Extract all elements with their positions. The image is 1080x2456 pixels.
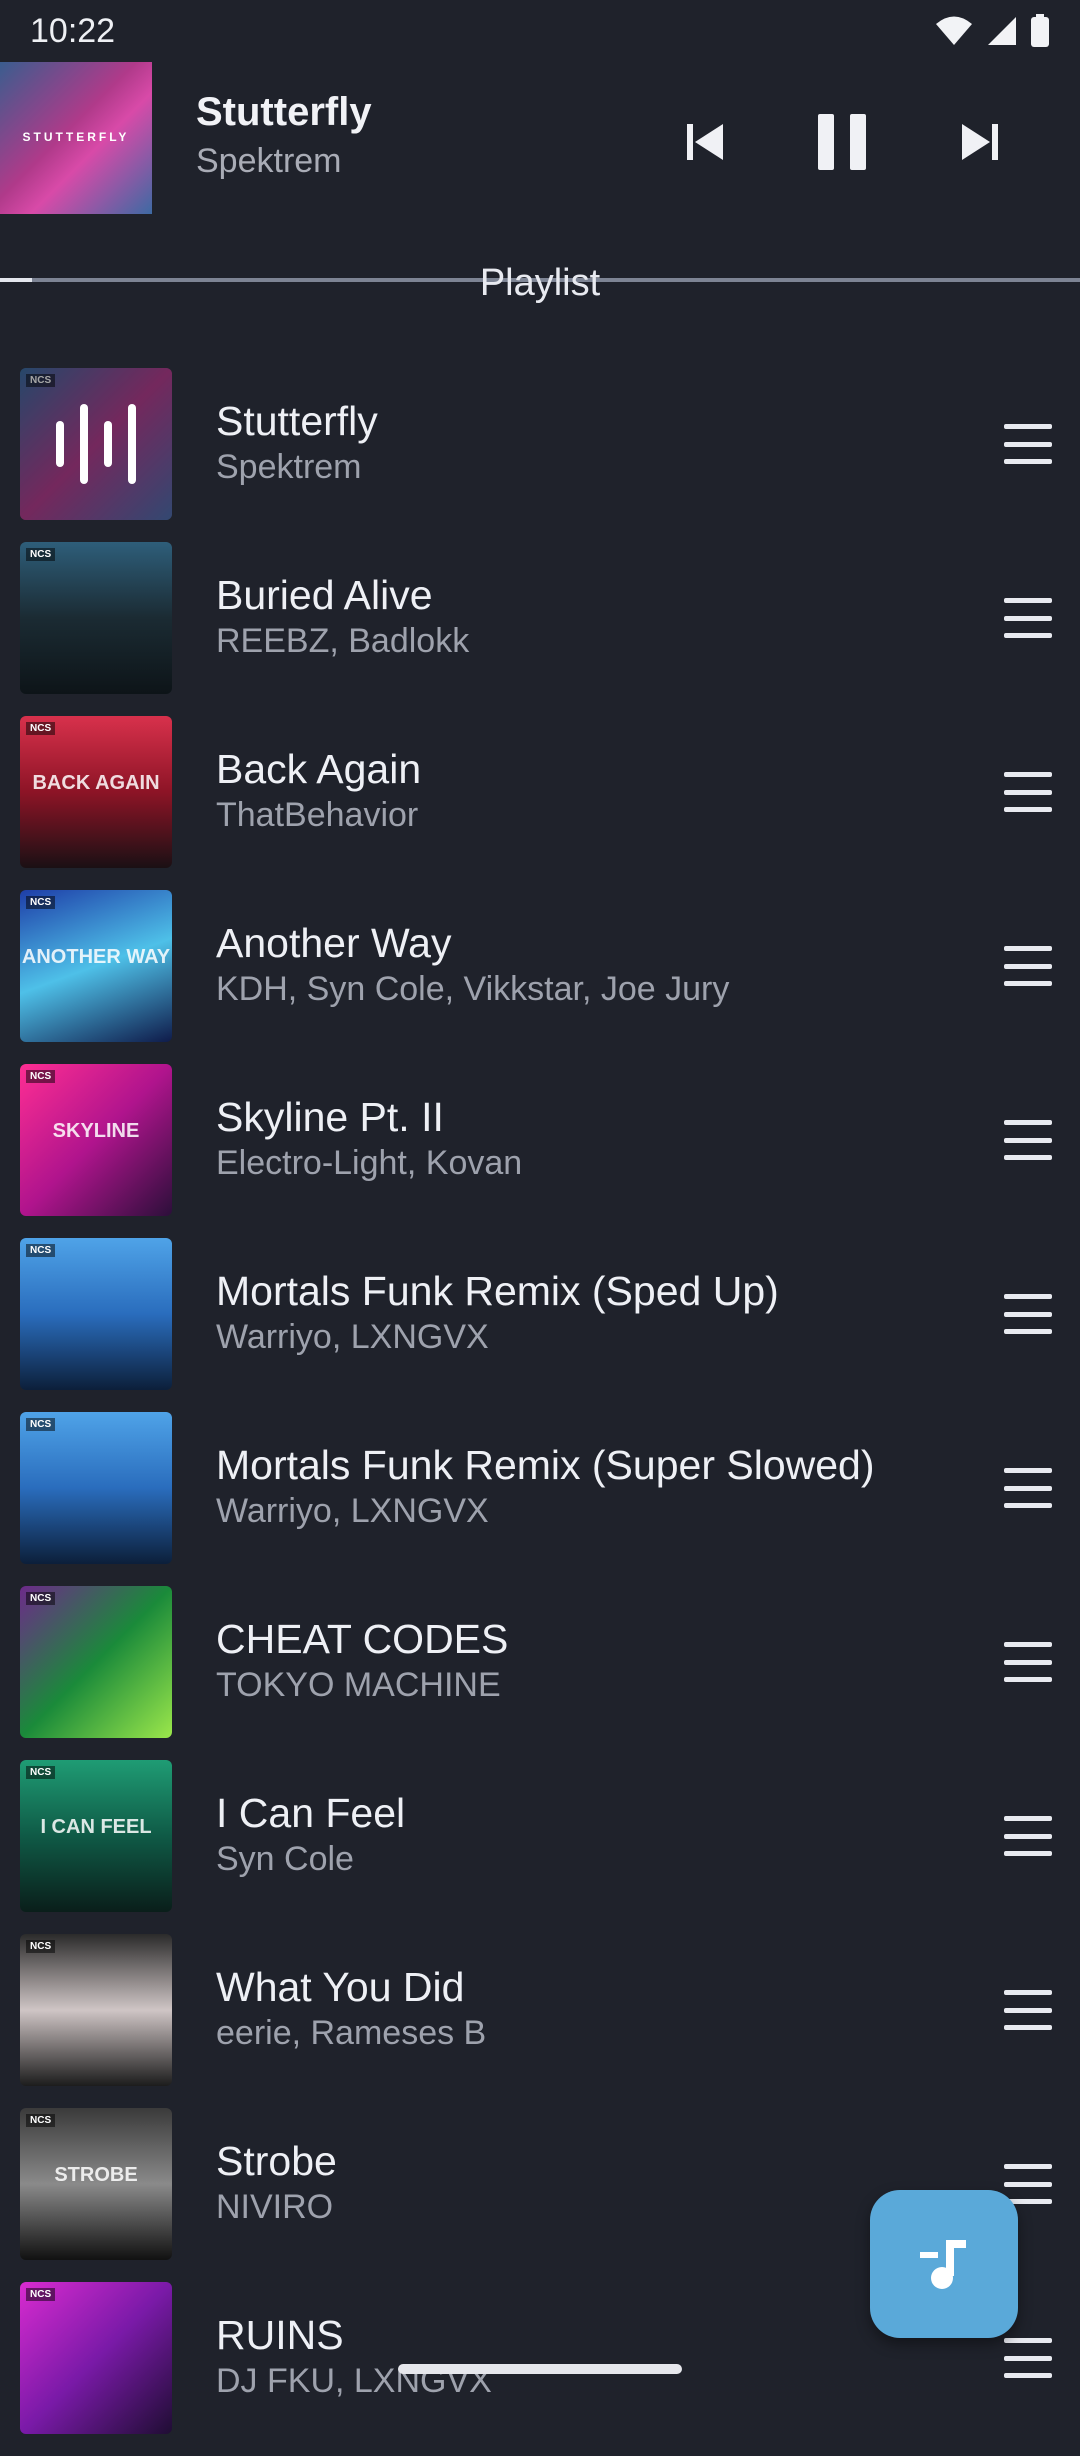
drag-handle-icon[interactable] xyxy=(1004,946,1052,986)
status-bar: 10:22 xyxy=(0,0,1080,62)
mini-player[interactable]: STUTTERFLY Stutterfly Spektrem xyxy=(0,62,1080,282)
track-artist: REEBZ, Badlokk xyxy=(216,622,470,660)
artwork-text: STROBE xyxy=(54,2164,138,2186)
track-artwork: NCS xyxy=(20,2282,172,2434)
ncs-badge: NCS xyxy=(26,896,56,909)
track-title: Stutterfly xyxy=(216,398,378,444)
playlist-item[interactable]: NCS CHEAT CODES TOKYO MACHINE xyxy=(0,1586,1080,1760)
track-artist: Spektrem xyxy=(216,448,362,486)
track-artist: ThatBehavior xyxy=(216,796,419,834)
previous-button[interactable] xyxy=(665,102,745,182)
ncs-badge: NCS xyxy=(26,2288,56,2301)
status-time: 10:22 xyxy=(30,11,116,50)
cellular-signal-icon xyxy=(988,17,1016,45)
ncs-badge: NCS xyxy=(26,1766,56,1779)
track-artwork: NCS STROBE xyxy=(20,2108,172,2260)
drag-handle-icon[interactable] xyxy=(1004,772,1052,812)
artwork-text: I CAN FEEL xyxy=(40,1816,152,1838)
track-artwork: NCS ANOTHER WAY xyxy=(20,890,172,1042)
track-artwork: NCS xyxy=(20,542,172,694)
drag-handle-icon[interactable] xyxy=(1004,1816,1052,1856)
track-title: Mortals Funk Remix (Sped Up) xyxy=(216,1268,779,1314)
track-artist: Electro-Light, Kovan xyxy=(216,1144,523,1182)
drag-handle-icon[interactable] xyxy=(1004,1990,1052,2030)
drag-handle-icon[interactable] xyxy=(1004,424,1052,464)
battery-icon xyxy=(1031,14,1049,47)
track-artwork: NCS xyxy=(20,1934,172,2086)
track-title: Back Again xyxy=(216,746,422,792)
track-artist: TOKYO MACHINE xyxy=(216,1666,501,1704)
drag-handle-icon[interactable] xyxy=(1004,1294,1052,1334)
playlist-header: Playlist xyxy=(479,262,601,304)
playlist-item[interactable]: NCS SKYLINE Skyline Pt. II Electro-Light, K… xyxy=(0,1064,1080,1238)
track-artist: NIVIRO xyxy=(216,2188,334,2226)
playlist-item[interactable]: NCS I CAN FEEL I Can Feel Syn Cole xyxy=(0,1760,1080,1934)
now-playing-artist: Spektrem xyxy=(196,142,342,180)
track-title: Strobe xyxy=(216,2138,337,2184)
playlist-item[interactable]: NCS Buried Alive REEBZ, Badlokk xyxy=(0,542,1080,716)
now-playing-artwork[interactable]: STUTTERFLY xyxy=(0,62,152,214)
track-artwork: NCS BACK AGAIN xyxy=(20,716,172,868)
track-title: CHEAT CODES xyxy=(216,1616,509,1662)
ncs-badge: NCS xyxy=(26,1940,56,1953)
artwork-text: ANOTHER WAY xyxy=(21,946,171,968)
ncs-badge: NCS xyxy=(26,1070,56,1083)
drag-handle-icon[interactable] xyxy=(1004,2164,1052,2204)
status-icons xyxy=(934,14,1050,48)
pause-button[interactable] xyxy=(802,102,882,182)
drag-handle-icon[interactable] xyxy=(1004,2338,1052,2378)
track-artist: Warriyo, LXNGVX xyxy=(216,1492,489,1530)
ncs-badge: NCS xyxy=(26,1592,56,1605)
music-note-icon xyxy=(920,2240,966,2289)
wifi-icon xyxy=(936,16,972,45)
track-artwork: NCS SKYLINE xyxy=(20,1064,172,1216)
track-title: What You Did xyxy=(216,1964,465,2010)
drag-handle-icon[interactable] xyxy=(1004,1468,1052,1508)
track-title: Skyline Pt. II xyxy=(216,1094,444,1140)
track-artwork: NCS I CAN FEEL xyxy=(20,1760,172,1912)
skip-next-icon xyxy=(962,124,998,160)
drag-handle-icon[interactable] xyxy=(1004,1120,1052,1160)
track-title: RUINS xyxy=(216,2312,344,2358)
ncs-badge: NCS xyxy=(26,1244,56,1257)
track-artist: Warriyo, LXNGVX xyxy=(216,1318,489,1356)
playlist-item[interactable]: NCS What You Did eerie, Rameses B xyxy=(0,1934,1080,2108)
music-fab-button[interactable] xyxy=(870,2190,1018,2338)
artwork-text: SKYLINE xyxy=(52,1120,140,1142)
ncs-badge: NCS xyxy=(26,1418,56,1431)
playlist-item[interactable]: NCS Stutterfly Spektrem xyxy=(0,368,1080,542)
equalizer-icon xyxy=(20,368,172,520)
track-artwork: NCS xyxy=(20,1412,172,1564)
playlist-item[interactable]: NCS Mortals Funk Remix (Super Slowed) Warr… xyxy=(0,1412,1080,1586)
now-playing-title: Stutterfly xyxy=(196,90,372,134)
playlist-item[interactable]: NCS Mortals Funk Remix (Sped Up) Warriyo, … xyxy=(0,1238,1080,1412)
artwork-text: BACK AGAIN xyxy=(32,772,160,794)
playlist-item[interactable]: NCS BACK AGAIN Back Again ThatBehavior xyxy=(0,716,1080,890)
track-artist: Syn Cole xyxy=(216,1840,354,1878)
ncs-badge: NCS xyxy=(26,2114,56,2127)
playlist-item[interactable]: NCS ANOTHER WAY Another Way KDH, Syn Cole, … xyxy=(0,890,1080,1064)
track-title: Mortals Funk Remix (Super Slowed) xyxy=(216,1442,875,1488)
track-artwork: NCS xyxy=(20,1238,172,1390)
pause-icon xyxy=(818,114,866,170)
artwork-text: STUTTERFLY xyxy=(22,130,130,144)
drag-handle-icon[interactable] xyxy=(1004,1642,1052,1682)
track-title: Buried Alive xyxy=(216,572,433,618)
skip-previous-icon xyxy=(687,124,723,160)
track-title: I Can Feel xyxy=(216,1790,406,1836)
track-artist: KDH, Syn Cole, Vikkstar, Joe Jury xyxy=(216,970,730,1008)
gesture-navigation-bar[interactable] xyxy=(398,2364,682,2374)
track-artist: eerie, Rameses B xyxy=(216,2014,487,2052)
next-button[interactable] xyxy=(940,102,1020,182)
track-artwork: NCS xyxy=(20,368,172,520)
drag-handle-icon[interactable] xyxy=(1004,598,1052,638)
track-title: Another Way xyxy=(216,920,452,966)
playlist[interactable]: NCS Stutterfly Spektrem NCS Buried Alive REEB… xyxy=(0,368,1080,2456)
ncs-badge: NCS xyxy=(26,722,56,735)
ncs-badge: NCS xyxy=(26,548,56,561)
track-artwork: NCS xyxy=(20,1586,172,1738)
